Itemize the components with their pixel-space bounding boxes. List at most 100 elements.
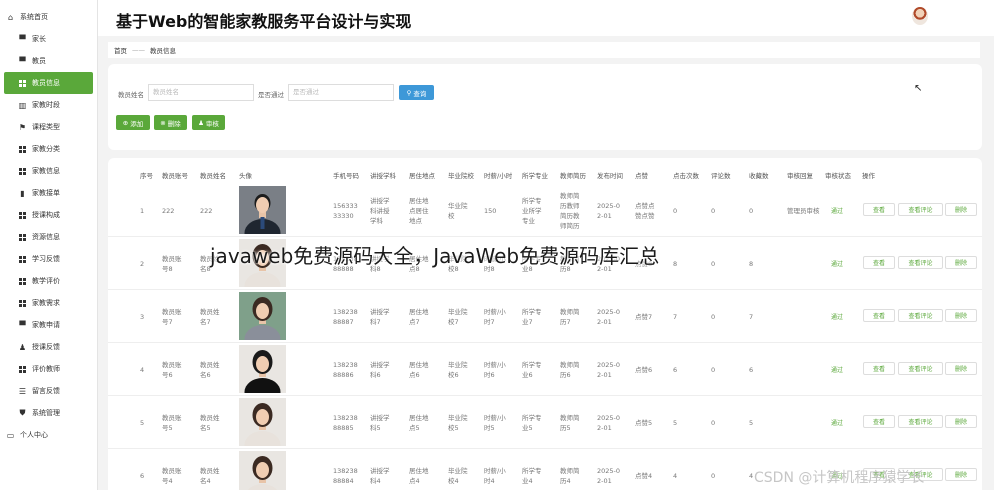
sidebar-item-teacher[interactable]: ▀ 教员 [0, 50, 97, 72]
cell-wage: 150 [484, 206, 497, 215]
header: 基于Web的智能家教服务平台设计与实现 [98, 0, 994, 36]
cell-no: 2 [140, 259, 145, 268]
col-header: 审核状态 [825, 172, 851, 180]
table-row[interactable]: 4 教员账 号6 教员姓 名6 138238 88886 讲授学 科6 居住地 点6 毕业院… [108, 343, 982, 406]
table-row[interactable]: 5 教员账 号5 教员姓 名5 138238 88885 讲授学 科5 居住地 点5 毕业院… [108, 396, 982, 459]
cell-comments: 0 [711, 365, 716, 374]
delete-button[interactable]: 删除 [945, 415, 977, 428]
sidebar-item-label: 家教需求 [32, 299, 60, 307]
delete-button[interactable]: 删除 [945, 256, 977, 269]
sidebar-item-tutor-apply[interactable]: ▀ 家教申请 [0, 314, 97, 336]
book-icon: ▥ [18, 100, 27, 110]
sidebar-item-parent[interactable]: ▀ 家长 [0, 28, 97, 50]
cell-date: 2025-0 2-01 [597, 413, 621, 432]
grid-icon [18, 365, 27, 374]
mouse-cursor-icon: ↖ [914, 83, 923, 94]
query-button[interactable]: ⚲ 查询 [399, 85, 434, 100]
plus-icon: ⊕ [122, 118, 129, 127]
col-header: 操作 [862, 172, 875, 180]
sidebar-item-label: 家教时段 [32, 101, 60, 109]
sidebar-item-resources[interactable]: 资源信息 [0, 226, 97, 248]
monitor-icon: ▀ [19, 320, 26, 330]
delete-button[interactable]: 删除 [945, 309, 977, 322]
cell-date: 2025-0 2-01 [597, 360, 621, 379]
sidebar-item-system[interactable]: ⛊ 系统管理 [0, 402, 97, 424]
cell-account: 教员账 号8 [162, 254, 182, 273]
page-title: 基于Web的智能家教服务平台设计与实现 [116, 12, 412, 31]
view-button[interactable]: 查看 [863, 362, 895, 375]
view-comments-button[interactable]: 查看评论 [898, 203, 943, 216]
sidebar-item-label: 教学评价 [32, 277, 60, 285]
col-header: 教员姓名 [200, 172, 226, 180]
user-icon: ♟ [198, 118, 204, 127]
sidebar-item-home[interactable]: ⌂ 系统首页 [0, 6, 97, 28]
view-comments-button[interactable]: 查看评论 [898, 256, 943, 269]
cell-name: 教员姓 名7 [200, 307, 220, 326]
add-button[interactable]: ⊕ 添加 [116, 115, 150, 130]
sidebar-item-lesson-done[interactable]: 授课构成 [0, 204, 97, 226]
avatar[interactable] [912, 7, 928, 25]
view-button[interactable]: 查看 [863, 203, 895, 216]
status-badge: 通过 [831, 208, 844, 215]
grid-icon [18, 167, 27, 176]
shield-icon: ⛊ [19, 408, 26, 417]
cell-favs: 0 [749, 206, 754, 215]
view-comments-button[interactable]: 查看评论 [898, 309, 943, 322]
cell-address: 居住地 点6 [409, 360, 429, 379]
sidebar-item-rate-teacher[interactable]: 评价教师 [0, 358, 97, 380]
table-row[interactable]: 3 教员账 号7 教员姓 名7 138238 88887 讲授学 科7 居住地 点7 毕业院… [108, 290, 982, 353]
sidebar-item-course-type[interactable]: ⚑ 课程类型 [0, 116, 97, 138]
sidebar-item-label: 评价教师 [32, 365, 60, 373]
view-button[interactable]: 查看 [863, 309, 895, 322]
view-comments-button[interactable]: 查看评论 [898, 415, 943, 428]
delete-button[interactable]: ⊗ 删除 [154, 115, 187, 130]
sidebar-item-label: 课程类型 [32, 123, 60, 131]
review-button[interactable]: ♟ 审核 [192, 115, 225, 130]
sidebar-item-teacher-info[interactable]: 教员信息 [4, 72, 93, 94]
bar-chart-icon: ▮ [20, 188, 25, 198]
sidebar-item-message-feedback[interactable]: ☰ 留言反馈 [0, 380, 97, 402]
teacher-photo [239, 398, 286, 459]
cell-major: 所学专 业6 [522, 360, 542, 379]
sidebar-item-profile[interactable]: ▭ 个人中心 [0, 424, 97, 446]
sidebar-item-tutor-category[interactable]: 家教分类 [0, 138, 97, 160]
view-button[interactable]: 查看 [863, 256, 895, 269]
teacher-name-input[interactable]: 教员姓名 [148, 84, 254, 101]
sidebar-item-label: 系统管理 [32, 409, 60, 417]
sidebar-item-tutor-orders[interactable]: ▮ 家教接单 [0, 182, 97, 204]
view-comments-button[interactable]: 查看评论 [898, 362, 943, 375]
col-header: 时薪/小时 [484, 172, 513, 180]
sidebar-item-study-feedback[interactable]: 学习反馈 [0, 248, 97, 270]
view-button[interactable]: 查看 [863, 415, 895, 428]
cell-date: 2025-0 2-01 [597, 466, 621, 485]
sidebar-item-teaching-eval[interactable]: 教学评价 [0, 270, 97, 292]
sidebar-item-lesson-feedback[interactable]: ♟ 授课反馈 [0, 336, 97, 358]
cell-like: 点赞5 [635, 418, 653, 427]
cell-school: 华业院 校 [448, 201, 468, 220]
approved-label: 是否通过 [258, 91, 284, 99]
delete-button[interactable]: 删除 [945, 362, 977, 375]
cell-school: 毕业院 校5 [448, 413, 468, 432]
cell-clicks: 8 [673, 259, 678, 268]
sidebar-item-label: 授课构成 [32, 211, 60, 219]
sidebar-item-tutor-info[interactable]: 家教信息 [0, 160, 97, 182]
cell-subject: 讲授学 科5 [370, 413, 390, 432]
sidebar-item-tutor-period[interactable]: ▥ 家教时段 [0, 94, 97, 116]
status-badge: 通过 [831, 367, 844, 374]
sidebar-item-tutor-demand[interactable]: 家教需求 [0, 292, 97, 314]
table-row[interactable]: 1 222 222 156333 33330 讲授学 科讲授 学科 居住地 点居住 地点华… [108, 184, 982, 247]
breadcrumb-home[interactable]: 首页 [114, 45, 127, 55]
delete-button[interactable]: 删除 [945, 468, 977, 481]
cell-comments: 0 [711, 312, 716, 321]
col-header: 发布时间 [597, 172, 623, 180]
grid-icon [18, 211, 27, 220]
cell-no: 1 [140, 206, 145, 215]
breadcrumb-current: 教员信息 [150, 47, 176, 55]
col-header: 毕业院校 [448, 172, 474, 180]
cell-resume: 教师简 历4 [560, 466, 580, 485]
cell-account: 教员账 号4 [162, 466, 182, 485]
cell-wage: 时薪/小 时7 [484, 307, 506, 326]
cell-clicks: 0 [673, 206, 678, 215]
approved-input[interactable]: 是否通过 [288, 84, 394, 101]
delete-button[interactable]: 删除 [945, 203, 977, 216]
